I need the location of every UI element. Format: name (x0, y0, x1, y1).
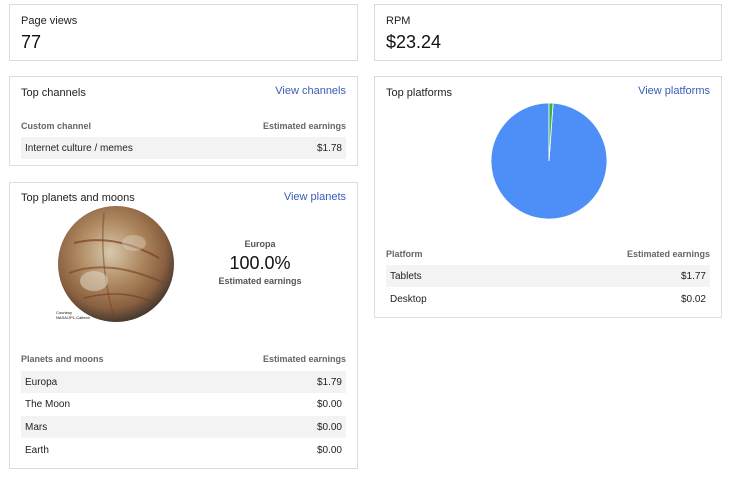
page-views-label: Page views (21, 15, 78, 27)
europa-image: Courtesy NASA/JPL-Caltech (56, 206, 174, 322)
channels-col-earnings: Estimated earnings (262, 121, 346, 131)
planets-col-earnings: Estimated earnings (262, 354, 346, 364)
table-row: Tablets $1.77 (386, 265, 710, 287)
image-credit-line2: NASA/JPL-Caltech (56, 315, 90, 320)
table-row: Desktop $0.02 (386, 288, 710, 310)
top-channels-card: Top channels View channels Custom channe… (9, 76, 358, 166)
planet-name: The Moon (25, 398, 71, 410)
featured-planet-name: Europa (244, 239, 276, 249)
channel-name: Internet culture / memes (25, 142, 133, 154)
view-planets-link[interactable]: View planets (284, 191, 346, 203)
platform-earnings: $0.02 (680, 293, 706, 305)
table-row: Europa $1.79 (21, 371, 346, 393)
planet-name: Europa (25, 376, 58, 388)
table-row: The Moon $0.00 (21, 393, 346, 415)
planet-earnings: $1.79 (316, 376, 342, 388)
platform-earnings: $1.77 (680, 270, 706, 282)
rpm-label: RPM (386, 15, 411, 27)
featured-planet-stat: Europa 100.0% Estimated earnings (205, 239, 315, 286)
table-row: Mars $0.00 (21, 416, 346, 438)
top-planets-card: Top planets and moons View planets Court… (9, 182, 358, 469)
planets-table-header: Planets and moons Estimated earnings (21, 354, 346, 364)
featured-planet-percent: 100.0% (229, 253, 291, 273)
platforms-col-name: Platform (386, 249, 423, 259)
platform-name: Desktop (390, 293, 427, 305)
top-channels-title: Top channels (21, 87, 86, 99)
page-views-value: 77 (21, 32, 42, 52)
planet-earnings: $0.00 (316, 444, 342, 456)
view-platforms-link[interactable]: View platforms (638, 85, 710, 97)
planets-col-name: Planets and moons (21, 354, 104, 364)
planet-name: Earth (25, 444, 49, 456)
featured-planet-metric: Estimated earnings (218, 276, 302, 286)
channel-earnings: $1.78 (316, 142, 342, 154)
top-platforms-title: Top platforms (386, 87, 453, 99)
planet-name: Mars (25, 421, 48, 433)
table-row: Earth $0.00 (21, 439, 346, 461)
platform-name: Tablets (390, 270, 422, 282)
top-platforms-card: Top platforms View platforms Platform Es… (374, 76, 722, 318)
table-row: Internet culture / memes $1.78 (21, 137, 346, 159)
channels-col-name: Custom channel (21, 121, 92, 131)
platforms-pie-chart (490, 102, 608, 220)
rpm-value: $23.24 (386, 32, 442, 52)
planet-earnings: $0.00 (316, 398, 342, 410)
rpm-card: RPM $23.24 (374, 4, 722, 61)
platforms-col-earnings: Estimated earnings (626, 249, 710, 259)
channels-table-header: Custom channel Estimated earnings (21, 121, 346, 131)
planet-earnings: $0.00 (316, 421, 342, 433)
page-views-card: Page views 77 (9, 4, 358, 61)
platforms-table-header: Platform Estimated earnings (386, 249, 710, 259)
view-channels-link[interactable]: View channels (275, 85, 346, 97)
